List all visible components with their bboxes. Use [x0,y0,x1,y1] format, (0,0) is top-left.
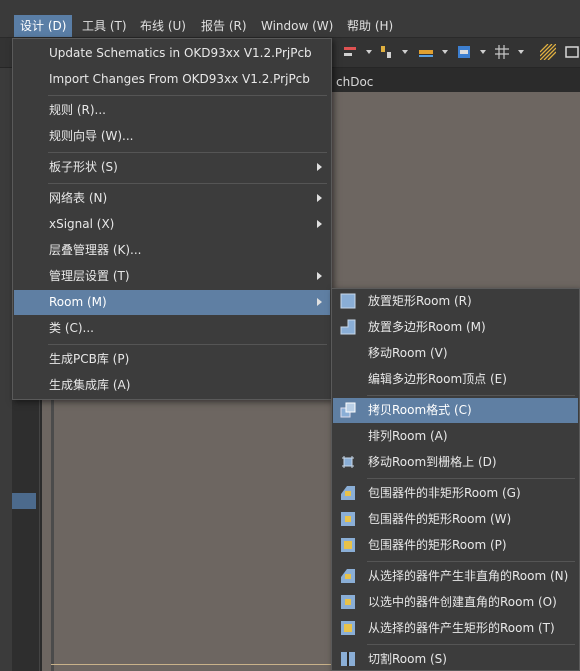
nonrect-room-components-icon [341,486,355,500]
rect-room-selected-icon [341,621,355,635]
menu-tools[interactable]: 工具 (T) [76,15,133,37]
menu-separator [48,95,327,96]
menu-separator [48,344,327,345]
menu-item-rect-room-around-components[interactable]: 包围器件的矩形Room (W) [333,507,578,532]
menu-item-label: 板子形状 (S) [49,160,118,174]
menu-item-nonrect-room-around-components[interactable]: 包围器件的非矩形Room (G) [333,481,578,506]
menu-item-place-polygon-room[interactable]: 放置多边形Room (M) [333,315,578,340]
menu-item-rect-room-from-selected[interactable]: 从选择的器件产生矩形的Room (T) [333,616,578,641]
rect-room-icon [340,293,356,309]
menu-item-make-integrated-library[interactable]: 生成集成库 (A) [14,373,330,398]
menu-separator [367,644,575,645]
route-icon[interactable] [456,44,472,60]
menu-route[interactable]: 布线 (U) [134,15,192,37]
menu-item-classes[interactable]: 类 (C)... [14,316,330,341]
menu-item-label: 放置矩形Room (R) [368,294,472,308]
menu-help[interactable]: 帮助 (H) [341,15,399,37]
board-outline [51,664,351,665]
design-menu: Update Schematics in OKD93xx V1.2.PrjPcb… [12,38,332,400]
menu-item-label: 管理层设置 (T) [49,269,130,283]
align-icon[interactable] [342,44,358,60]
menu-item-move-room[interactable]: 移动Room (V) [333,341,578,366]
room-submenu: 放置矩形Room (R) 放置多边形Room (M) 移动Room (V) 编辑… [331,288,580,671]
component-icon[interactable] [378,44,394,60]
snap-grid-icon [342,456,354,468]
dropdown-arrow-icon[interactable] [402,50,408,54]
menu-separator [367,395,575,396]
document-tab[interactable]: chDoc [330,72,379,92]
menu-item-update-schematics[interactable]: Update Schematics in OKD93xx V1.2.PrjPcb [14,41,330,66]
grid-icon[interactable] [494,44,510,60]
menu-reports[interactable]: 报告 (R) [195,15,253,37]
menu-item-snap-room-to-grid[interactable]: 移动Room到栅格上 (D) [333,450,578,475]
menu-item-manage-layer-sets[interactable]: 管理层设置 (T) [14,264,330,289]
submenu-arrow-icon [317,163,322,171]
menu-item-rect-room-around-components-p[interactable]: 包围器件的矩形Room (P) [333,533,578,558]
menu-item-rules-wizard[interactable]: 规则向导 (W)... [14,124,330,149]
menu-item-label: 切割Room (S) [368,652,447,666]
dropdown-arrow-icon[interactable] [442,50,448,54]
menu-separator [367,561,575,562]
rect-room-components-alt-icon [341,538,355,552]
menu-item-label: 包围器件的矩形Room (P) [368,538,507,552]
menu-item-label: 网络表 (N) [49,191,108,205]
menu-item-label: 移动Room到栅格上 (D) [368,455,497,469]
menu-item-nonorth-room-from-selected[interactable]: 从选择的器件产生非直角的Room (N) [333,564,578,589]
submenu-arrow-icon [317,220,322,228]
orth-room-selected-icon [341,595,355,609]
menu-item-label: 从选择的器件产生非直角的Room (N) [368,569,569,583]
menu-separator [48,152,327,153]
menu-item-label: 包围器件的矩形Room (W) [368,512,512,526]
submenu-arrow-icon [317,272,322,280]
menu-window[interactable]: Window (W) [255,15,339,37]
menu-item-label: 从选择的器件产生矩形的Room (T) [368,621,555,635]
dropdown-arrow-icon[interactable] [366,50,372,54]
menu-bar: 设计 (D) 工具 (T) 布线 (U) 报告 (R) Window (W) 帮… [0,0,580,38]
menu-item-board-shape[interactable]: 板子形状 (S) [14,155,330,180]
menu-item-label: 包围器件的非矩形Room (G) [368,486,521,500]
menu-item-slice-room[interactable]: 切割Room (S) [333,647,578,671]
menu-item-label: Room (M) [49,295,107,309]
menu-item-rules[interactable]: 规则 (R)... [14,98,330,123]
menu-item-layer-stack-manager[interactable]: 层叠管理器 (K)... [14,238,330,263]
component-place-icon[interactable] [564,44,580,60]
submenu-arrow-icon [317,194,322,202]
menu-item-orth-room-from-selected[interactable]: 以选中的器件创建直角的Room (O) [333,590,578,615]
menu-item-place-rect-room[interactable]: 放置矩形Room (R) [333,289,578,314]
menu-design[interactable]: 设计 (D) [14,15,73,37]
menu-item-label: 放置多边形Room (M) [368,320,486,334]
nonorth-room-selected-icon [341,569,355,583]
menu-item-edit-polygon-vertices[interactable]: 编辑多边形Room顶点 (E) [333,367,578,392]
panel-edge [0,68,12,671]
submenu-arrow-icon [317,298,322,306]
dropdown-arrow-icon[interactable] [518,50,524,54]
menu-item-label: 以选中的器件创建直角的Room (O) [368,595,557,609]
menu-item-label: 拷贝Room格式 (C) [368,403,472,417]
menu-item-import-changes[interactable]: Import Changes From OKD93xx V1.2.PrjPcb [14,67,330,92]
menu-separator [367,478,575,479]
menu-item-netlist[interactable]: 网络表 (N) [14,186,330,211]
menu-item-arrange-rooms[interactable]: 排列Room (A) [333,424,578,449]
rect-room-components-icon [341,512,355,526]
copy-room-format-icon [340,402,356,418]
menu-item-room[interactable]: Room (M) [14,290,330,315]
menu-separator [48,183,327,184]
slice-room-icon [341,652,355,666]
measure-icon[interactable] [418,44,434,60]
hatch-icon[interactable] [540,44,556,60]
dropdown-arrow-icon[interactable] [480,50,486,54]
menu-item-make-pcb-library[interactable]: 生成PCB库 (P) [14,347,330,372]
menu-item-copy-room-formats[interactable]: 拷贝Room格式 (C) [333,398,578,423]
menu-item-label: xSignal (X) [49,217,115,231]
polygon-room-icon [340,319,356,335]
menu-item-xsignal[interactable]: xSignal (X) [14,212,330,237]
